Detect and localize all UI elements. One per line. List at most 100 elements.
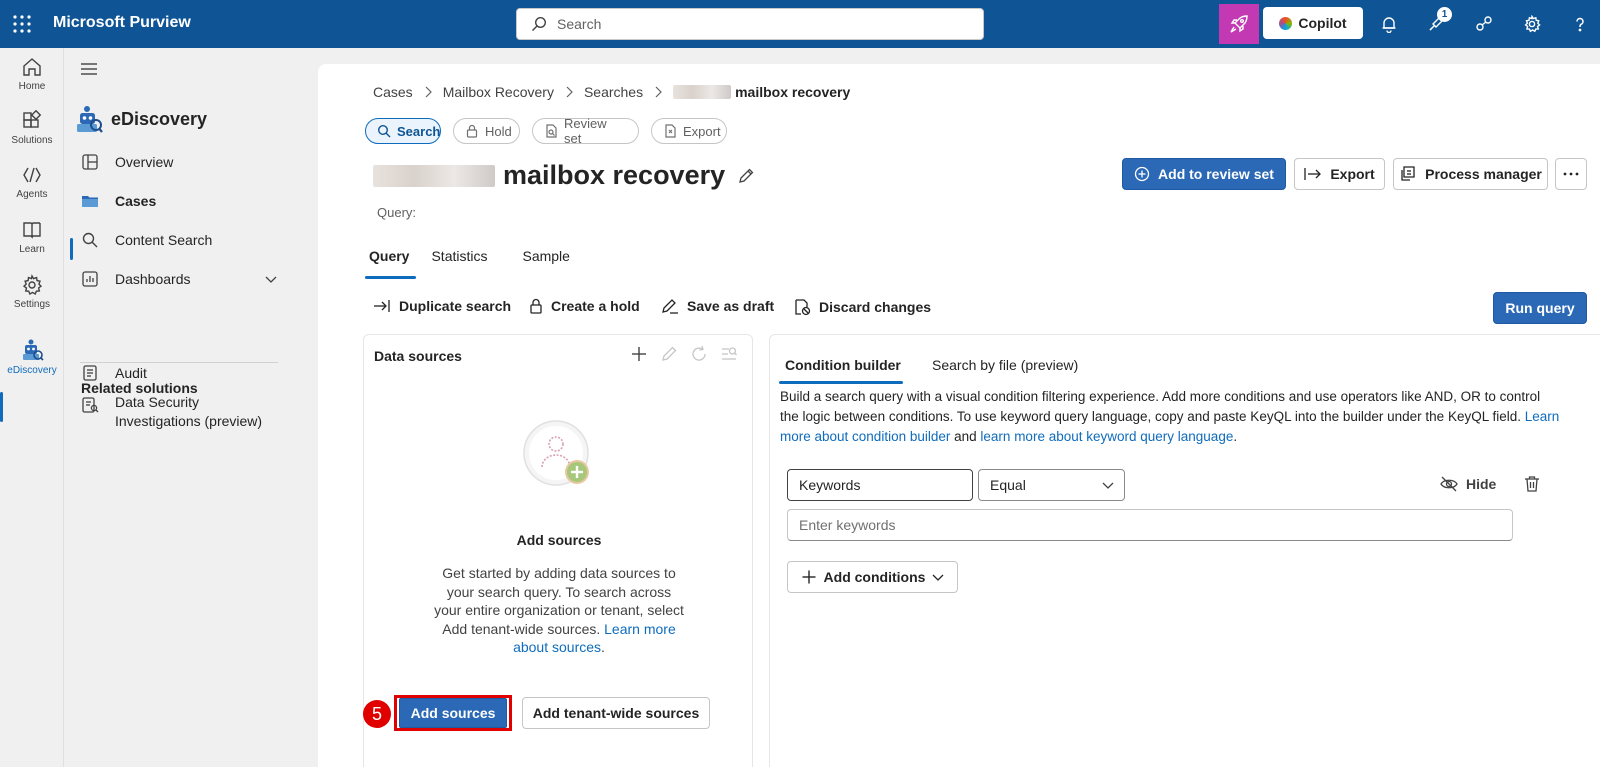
breadcrumb-current-text: mailbox recovery [735, 84, 851, 100]
duplicate-search-label: Duplicate search [399, 298, 512, 314]
pill-review-set[interactable]: Review set [532, 116, 639, 146]
nav-item-audit[interactable]: Audit [68, 355, 290, 391]
condition-operator-value: Equal [990, 477, 1026, 493]
cases-icon [80, 192, 100, 210]
nav-item-cases[interactable]: Cases [68, 183, 290, 219]
process-manager-icon [1399, 166, 1417, 182]
discard-icon [793, 298, 811, 316]
nav-item-content-search[interactable]: Content Search [68, 222, 290, 258]
add-sources-button-label: Add sources [410, 705, 496, 721]
pill-label-search: Search [397, 123, 441, 139]
learn-more-kql-link[interactable]: learn more about keyword query language [980, 429, 1233, 444]
app-title[interactable]: Microsoft Purview [53, 14, 191, 32]
add-sources-description: Get started by adding data sources to yo… [432, 564, 686, 657]
tab-sample[interactable]: Sample [522, 247, 580, 279]
learn-icon [21, 219, 43, 241]
help-icon[interactable] [1568, 12, 1592, 36]
nav-label-content-search: Content Search [115, 232, 213, 248]
rail-item-home[interactable]: Home [0, 56, 64, 108]
duplicate-search-button[interactable]: Duplicate search [373, 298, 511, 314]
nav-item-overview[interactable]: Overview [68, 144, 290, 180]
rail-label-agents: Agents [16, 189, 48, 200]
global-search-input[interactable]: Search [516, 8, 984, 40]
gear-icon[interactable] [1520, 12, 1544, 36]
tab-search-by-file[interactable]: Search by file (preview) [932, 357, 1078, 373]
add-tenant-wide-sources-button[interactable]: Add tenant-wide sources [522, 697, 710, 729]
add-to-review-set-button[interactable]: Add to review set [1122, 158, 1286, 190]
nav-item-dashboards[interactable]: Dashboards [68, 261, 290, 297]
tab-query[interactable]: Query [364, 247, 420, 279]
share-icon[interactable] [1472, 12, 1496, 36]
duplicate-arrow-icon [373, 299, 391, 313]
tab-condition-builder[interactable]: Condition builder [785, 357, 901, 373]
rail-item-agents[interactable]: Agents [0, 164, 64, 216]
condition-builder-tab-underline [779, 381, 903, 384]
rail-item-settings[interactable]: Settings [0, 274, 64, 326]
condition-operator-select[interactable]: Equal [978, 469, 1125, 501]
condition-field-select[interactable]: Keywords [787, 469, 973, 501]
export-label: Export [1330, 166, 1375, 182]
breadcrumb: Cases Mailbox Recovery Searches mailbox … [373, 84, 850, 100]
redacted-title [373, 164, 495, 187]
search-placeholder: Search [557, 16, 602, 32]
rocket-button[interactable] [1219, 4, 1259, 44]
search-icon [80, 231, 100, 249]
add-conditions-button[interactable]: Add conditions [787, 561, 958, 593]
add-sources-heading: Add sources [516, 532, 602, 548]
edit-icon [660, 345, 678, 363]
breadcrumb-searches[interactable]: Searches [584, 84, 643, 100]
top-bar: Microsoft Purview Search Copilot 1 [0, 0, 1600, 48]
rail-label-home: Home [18, 81, 46, 92]
breadcrumb-cases[interactable]: Cases [373, 84, 413, 100]
run-query-label: Run query [1505, 300, 1575, 316]
hide-condition-button[interactable]: Hide [1440, 476, 1496, 492]
rail-item-learn[interactable]: Learn [0, 219, 64, 271]
rail-item-ediscovery[interactable]: eDiscovery [0, 338, 64, 390]
more-options-button[interactable] [1555, 158, 1587, 190]
process-manager-label: Process manager [1425, 166, 1542, 182]
nav-item-data-security-investigations[interactable]: Data Security Investigations (preview) [68, 393, 290, 433]
pill-export[interactable]: Export [651, 118, 727, 144]
page-title: mailbox recovery [373, 160, 755, 191]
rail-item-solutions[interactable]: Solutions [0, 110, 64, 162]
investigations-icon [80, 396, 100, 414]
edit-pencil-icon[interactable] [737, 167, 755, 185]
nav-label-overview: Overview [115, 154, 174, 170]
breadcrumb-current: mailbox recovery [673, 84, 850, 100]
ediscovery-icon [20, 338, 44, 362]
pill-search[interactable]: Search [365, 118, 441, 144]
hamburger-icon[interactable] [80, 60, 100, 80]
solutions-icon [21, 110, 43, 132]
plus-icon[interactable] [630, 345, 648, 363]
copilot-icon [1279, 16, 1293, 30]
rail-label-settings: Settings [13, 299, 51, 310]
review-set-icon [544, 124, 558, 138]
export-button[interactable]: Export [1294, 158, 1385, 190]
condition-builder-description: Build a search query with a visual condi… [780, 387, 1560, 447]
rail-label-ediscovery: eDiscovery [7, 365, 57, 376]
save-as-draft-button[interactable]: Save as draft [661, 298, 774, 314]
app-launcher-icon[interactable] [12, 14, 32, 34]
process-manager-button[interactable]: Process manager [1393, 158, 1548, 190]
chevron-down-icon[interactable] [264, 272, 278, 286]
nav-panel: eDiscovery Overview Cases Content Search… [64, 48, 298, 767]
discard-changes-button[interactable]: Discard changes [793, 298, 931, 316]
left-rail: Home Solutions Agents Learn Settings eDi… [0, 48, 64, 767]
trash-icon[interactable] [1524, 475, 1540, 493]
copilot-button[interactable]: Copilot [1263, 7, 1363, 39]
pill-hold[interactable]: Hold [453, 118, 520, 144]
breadcrumb-mailbox-recovery[interactable]: Mailbox Recovery [443, 84, 554, 100]
announcement-icon[interactable]: 1 [1424, 7, 1452, 36]
page-title-text: mailbox recovery [503, 160, 726, 190]
tab-statistics[interactable]: Statistics [431, 247, 498, 279]
step-number-badge: 5 [363, 700, 391, 728]
condition-builder-description-text: Build a search query with a visual condi… [780, 389, 1541, 424]
chevron-down-icon [1101, 480, 1115, 492]
more-horizontal-icon [1563, 172, 1579, 176]
keywords-input[interactable]: Enter keywords [787, 509, 1513, 541]
add-sources-button[interactable]: Add sources [399, 698, 507, 728]
bell-icon[interactable] [1377, 12, 1401, 36]
lock-icon [465, 124, 479, 138]
run-query-button[interactable]: Run query [1493, 292, 1587, 324]
create-hold-button[interactable]: Create a hold [529, 298, 640, 314]
